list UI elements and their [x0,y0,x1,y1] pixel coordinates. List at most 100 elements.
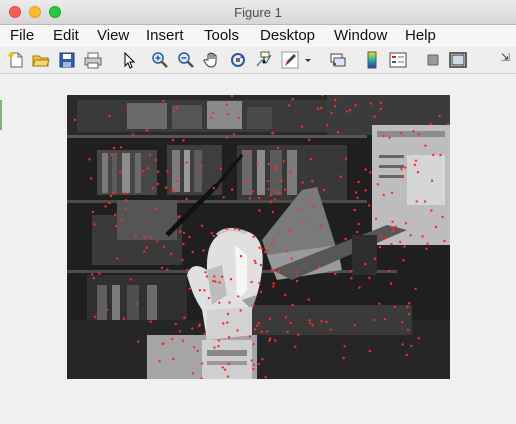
corner-marker [261,358,264,361]
corner-marker [204,271,207,274]
colorbar-icon[interactable] [363,51,381,69]
menu-window[interactable]: Window [334,27,387,44]
dock-arrow-icon[interactable]: ⇲ [501,51,510,64]
corner-marker [402,259,405,262]
corner-marker [119,146,123,149]
corner-marker [124,207,127,210]
corner-marker [367,204,371,207]
corner-marker [257,196,261,200]
corner-marker [160,266,164,270]
corner-marker [210,116,213,119]
link-plot-icon[interactable] [329,51,347,69]
corner-marker [154,207,157,210]
brush-dropdown-icon[interactable] [303,51,313,69]
corner-marker [407,312,411,316]
corner-marker [214,280,217,283]
corner-marker [322,189,325,192]
corner-marker [353,324,356,327]
corner-marker [391,227,395,231]
corner-marker [186,269,189,272]
new-figure-icon[interactable] [7,51,25,69]
corner-marker [438,114,441,118]
corner-marker [226,321,229,324]
corner-marker [188,235,191,239]
corner-marker [178,230,182,233]
corner-marker [239,254,243,258]
corner-marker [282,160,285,163]
corner-marker [185,161,188,164]
corner-marker [131,133,135,136]
corner-marker [439,153,442,157]
corner-marker [135,302,138,306]
figure-window: Figure 1 File Edit View Insert Tools Des… [0,0,516,424]
corner-marker [221,366,224,369]
corner-marker [258,246,261,249]
corner-marker [230,188,234,191]
corner-marker [259,290,263,294]
show-plot-tools-icon[interactable] [449,51,467,69]
corner-marker [274,168,277,171]
corner-marker [423,200,427,203]
zoom-in-icon[interactable] [151,51,169,69]
corner-marker [170,252,173,255]
corner-marker [302,220,306,223]
corner-marker [344,237,347,241]
menu-edit[interactable]: Edit [53,27,79,44]
save-icon[interactable] [58,51,76,69]
corner-marker [218,281,221,284]
corner-marker [443,239,446,243]
corner-marker [147,167,150,170]
corner-marker [354,103,357,107]
menu-desktop[interactable]: Desktop [260,27,315,44]
corner-marker [277,270,281,273]
corner-marker [92,277,96,280]
corner-marker [432,153,435,157]
corner-marker [317,265,321,268]
corner-marker [108,201,111,205]
corner-marker [257,321,261,325]
menu-help[interactable]: Help [405,27,436,44]
hide-plot-tools-icon[interactable] [424,51,442,69]
pan-hand-icon[interactable] [203,51,221,69]
corner-marker [182,139,185,142]
corner-marker [410,344,413,348]
corner-marker [94,315,97,318]
corner-marker [357,222,361,226]
legend-icon[interactable] [389,51,407,69]
pointer-icon[interactable] [120,51,138,69]
corner-marker [110,153,113,156]
corner-marker [126,108,129,111]
print-icon[interactable] [84,51,102,69]
menu-view[interactable]: View [97,27,129,44]
corner-marker [364,168,367,171]
rotate-3d-icon[interactable] [229,51,247,69]
corner-marker [137,340,140,343]
corner-marker [112,192,115,195]
corner-marker [272,282,275,285]
corner-marker [356,196,359,199]
corner-marker [417,337,420,340]
corner-marker [295,270,298,273]
corner-marker [258,281,261,285]
data-cursor-icon[interactable] [255,51,273,69]
corner-marker [300,125,304,128]
corner-marker [212,279,215,283]
corner-marker [252,363,255,366]
corner-marker [257,362,260,366]
menu-tools[interactable]: Tools [204,27,239,44]
corner-marker [157,170,160,173]
brush-icon[interactable] [281,51,299,69]
corner-marker [200,362,204,365]
menu-insert[interactable]: Insert [146,27,184,44]
title-bar[interactable]: Figure 1 [0,0,516,25]
open-folder-icon[interactable] [32,51,50,69]
corner-marker [123,192,127,195]
corner-marker [369,171,372,174]
zoom-out-icon[interactable] [177,51,195,69]
corner-marker [405,353,408,357]
corner-marker [412,129,415,133]
menu-file[interactable]: File [10,27,34,44]
corner-marker [270,269,273,272]
image-axes[interactable] [67,95,450,379]
corner-marker [191,250,194,254]
